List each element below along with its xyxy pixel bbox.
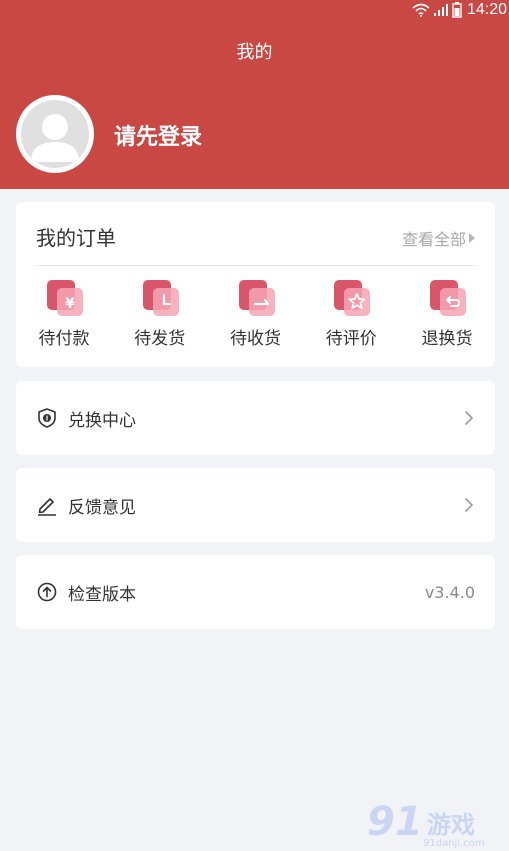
menu-label: 兑换中心 — [68, 410, 136, 431]
user-icon — [31, 114, 79, 162]
menu-item-check-version[interactable]: 检查版本 v3.4.0 — [16, 555, 495, 629]
order-label: 待收货 — [230, 329, 281, 349]
svg-text:91: 91 — [367, 799, 423, 845]
order-status-row: ¥ 待付款 待发货 待收货 待评价 退换货 — [16, 278, 495, 358]
menu-label: 反馈意见 — [68, 497, 136, 518]
login-prompt[interactable]: 请先登录 — [114, 119, 202, 151]
order-returns[interactable]: 退换货 — [402, 278, 492, 358]
status-bar: 14:20 — [349, 0, 509, 20]
order-pending-shipment[interactable]: 待发货 — [115, 278, 205, 358]
edit-icon — [38, 498, 56, 516]
avatar[interactable] — [16, 95, 94, 173]
watermark-text: 游戏 — [427, 811, 475, 839]
chevron-right-icon — [465, 411, 474, 425]
page-title: 我的 — [236, 42, 273, 63]
return-icon — [430, 280, 466, 316]
watermark-domain: 91danji.com — [423, 838, 485, 849]
star-icon — [334, 280, 371, 316]
clock-icon — [142, 280, 179, 316]
menu-item-feedback[interactable]: 反馈意见 — [16, 468, 495, 542]
shield-icon — [38, 408, 56, 428]
status-time: 14:20 — [466, 1, 507, 18]
view-all-label: 查看全部 — [401, 230, 466, 249]
upload-circle-icon — [37, 582, 57, 602]
order-pending-payment[interactable]: ¥ 待付款 — [19, 278, 109, 358]
order-pending-review[interactable]: 待评价 — [306, 278, 396, 358]
version-value: v3.4.0 — [424, 582, 475, 602]
order-pending-receipt[interactable]: 待收货 — [211, 278, 301, 358]
order-label: 待评价 — [325, 329, 377, 349]
battery-icon — [452, 2, 462, 18]
yen-icon: ¥ — [47, 280, 83, 316]
chevron-right-icon — [465, 498, 474, 512]
profile-header: 14:20 我的 请先登录 — [0, 0, 509, 189]
order-label: 待付款 — [38, 329, 90, 349]
orders-card: 我的订单 查看全部 ¥ 待付款 待发货 待收货 待评价 退换货 — [16, 202, 495, 367]
orders-title: 我的订单 — [36, 226, 116, 250]
divider — [36, 265, 475, 266]
order-label: 退换货 — [421, 329, 473, 349]
signal-icon — [433, 4, 448, 16]
site-watermark-logo: 91 游戏 91danji.com — [367, 799, 485, 849]
menu-item-exchange-center[interactable]: 兑换中心 — [16, 381, 495, 455]
menu-label: 检查版本 — [68, 584, 136, 605]
caret-right-icon — [469, 233, 475, 243]
view-all-orders-link[interactable]: 查看全部 — [402, 226, 475, 250]
wifi-icon — [412, 3, 430, 17]
receive-icon — [238, 280, 275, 316]
svg-text:¥: ¥ — [65, 296, 75, 312]
order-label: 待发货 — [134, 329, 186, 349]
